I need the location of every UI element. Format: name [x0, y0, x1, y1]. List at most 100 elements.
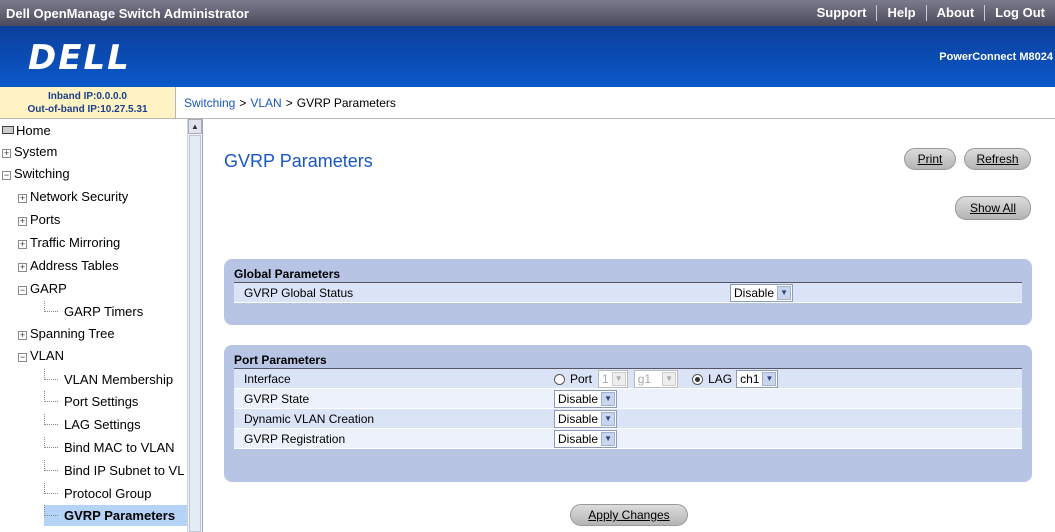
- expand-icon[interactable]: +: [18, 263, 27, 272]
- tree-item-home[interactable]: Home: [2, 120, 51, 141]
- tree-item-label: Switching: [14, 166, 70, 181]
- chevron-down-icon[interactable]: ▼: [762, 372, 777, 386]
- port-unit-select[interactable]: 1 ▼: [598, 370, 628, 388]
- logout-link[interactable]: Log Out: [984, 5, 1055, 21]
- scroll-up-icon[interactable]: ▲: [188, 119, 202, 134]
- tree-item-label: Address Tables: [30, 258, 119, 273]
- gvrp-state-value: Disable: [558, 392, 599, 406]
- port-unit-value: 1: [602, 372, 609, 386]
- tree-item-garp-timers[interactable]: GARP Timers: [44, 301, 143, 322]
- collapse-icon[interactable]: −: [18, 353, 27, 362]
- gvrp-state-label: GVRP State: [244, 392, 310, 406]
- oob-ip: Out-of-band IP:10.27.5.31: [27, 104, 148, 115]
- tree-item-switching[interactable]: − Switching: [2, 163, 70, 184]
- tree-item-vlan-membership[interactable]: VLAN Membership: [44, 369, 173, 390]
- tree-item-label: Protocol Group: [64, 486, 152, 501]
- apply-changes-button[interactable]: Apply Changes: [570, 504, 688, 526]
- dynamic-vlan-select[interactable]: Disable ▼: [554, 410, 618, 428]
- chevron-down-icon[interactable]: ▼: [611, 372, 626, 386]
- lag-radio[interactable]: [692, 373, 704, 385]
- breadcrumb-separator: >: [285, 95, 293, 110]
- help-link[interactable]: Help: [876, 5, 925, 21]
- tree-connector: [44, 369, 58, 380]
- tree-item-system[interactable]: + System: [2, 141, 57, 162]
- lag-select[interactable]: ch1 ▼: [736, 370, 779, 388]
- port-parameters-panel: Port Parameters Interface Port 1 ▼ g1 ▼ …: [224, 345, 1032, 482]
- tree-item-label: Bind MAC to VLAN: [64, 440, 175, 455]
- port-radio-label: Port: [570, 372, 593, 386]
- tree-item-label: GARP Timers: [64, 304, 144, 319]
- breadcrumb-switching[interactable]: Switching: [184, 96, 235, 110]
- show-all-button[interactable]: Show All: [955, 196, 1031, 220]
- tree-item-label: System: [14, 144, 58, 159]
- gvrp-global-status-select[interactable]: Disable ▼: [730, 284, 794, 302]
- tree-item-port-settings[interactable]: Port Settings: [44, 391, 138, 412]
- chevron-down-icon[interactable]: ▼: [662, 372, 677, 386]
- about-link[interactable]: About: [925, 5, 985, 21]
- expand-icon[interactable]: +: [18, 240, 27, 249]
- sidebar-scrollbar[interactable]: ▲: [187, 119, 202, 532]
- lag-radio-label: LAG: [708, 372, 733, 386]
- tree-connector: [44, 437, 58, 448]
- gvrp-state-control: Disable ▼: [554, 389, 618, 409]
- dell-logo: DELL: [28, 38, 131, 78]
- tree-item-bind-ip-subnet[interactable]: Bind IP Subnet to VL: [44, 460, 184, 481]
- app-title: Dell OpenManage Switch Administrator: [6, 6, 249, 21]
- print-button[interactable]: Print: [904, 148, 956, 170]
- global-parameters-title: Global Parameters: [234, 265, 1022, 283]
- tree-item-label: Traffic Mirroring: [30, 235, 121, 250]
- scroll-thumb[interactable]: [189, 135, 201, 532]
- breadcrumb-separator: >: [239, 95, 247, 110]
- gvrp-global-status-value: Disable: [734, 286, 775, 300]
- chevron-down-icon[interactable]: ▼: [601, 412, 616, 426]
- expand-icon[interactable]: +: [18, 331, 27, 340]
- tree-item-gvrp-parameters[interactable]: GVRP Parameters: [44, 505, 188, 526]
- tree-item-label: GARP: [30, 281, 67, 296]
- gvrp-global-status-control: Disable ▼: [730, 283, 794, 303]
- breadcrumb-vlan[interactable]: VLAN: [250, 96, 281, 110]
- tree-item-network-security[interactable]: + Network Security: [18, 186, 128, 207]
- tree-item-ports[interactable]: + Ports: [18, 209, 60, 230]
- tree-item-spanning-tree[interactable]: + Spanning Tree: [18, 323, 115, 344]
- port-radio[interactable]: [554, 373, 565, 385]
- tree-item-traffic-mirroring[interactable]: + Traffic Mirroring: [18, 232, 120, 253]
- tree-item-vlan[interactable]: − VLAN: [18, 345, 64, 366]
- chevron-down-icon[interactable]: ▼: [601, 392, 616, 406]
- tree-item-label: Ports: [30, 212, 61, 227]
- dynamic-vlan-control: Disable ▼: [554, 409, 618, 429]
- tree-item-protocol-group[interactable]: Protocol Group: [44, 483, 151, 504]
- tree-item-bind-mac-to-vlan[interactable]: Bind MAC to VLAN: [44, 437, 175, 458]
- brand-header: DELL PowerConnect M8024: [0, 26, 1055, 87]
- port-slot-select[interactable]: g1 ▼: [633, 370, 679, 388]
- gvrp-registration-value: Disable: [558, 432, 599, 446]
- dynamic-vlan-label: Dynamic VLAN Creation: [244, 412, 375, 426]
- refresh-button[interactable]: Refresh: [964, 148, 1031, 170]
- ip-info: Inband IP:0.0.0.0 Out-of-band IP:10.27.5…: [0, 87, 176, 119]
- tree-item-label: Network Security: [30, 189, 129, 204]
- support-link[interactable]: Support: [807, 5, 877, 21]
- tree-item-label: Spanning Tree: [30, 326, 115, 341]
- interface-row: Interface Port 1 ▼ g1 ▼ LAG ch1 ▼: [234, 369, 1022, 389]
- expand-icon[interactable]: +: [18, 194, 27, 203]
- expand-icon[interactable]: +: [2, 149, 11, 158]
- gvrp-global-status-row: GVRP Global Status Disable ▼: [234, 283, 1022, 303]
- collapse-icon[interactable]: −: [18, 286, 27, 295]
- port-parameters-title: Port Parameters: [234, 351, 1022, 369]
- tree-item-label: Bind IP Subnet to VL: [64, 463, 185, 478]
- tree-item-address-tables[interactable]: + Address Tables: [18, 255, 119, 276]
- tree-connector: [44, 301, 58, 312]
- tree-connector: [44, 505, 58, 516]
- dynamic-vlan-row: Dynamic VLAN Creation Disable ▼: [234, 409, 1022, 429]
- tree-item-lag-settings[interactable]: LAG Settings: [44, 414, 141, 435]
- expand-icon[interactable]: +: [18, 217, 27, 226]
- top-links: Support Help About Log Out: [807, 0, 1055, 26]
- global-parameters-panel: Global Parameters GVRP Global Status Dis…: [224, 259, 1032, 325]
- collapse-icon[interactable]: −: [2, 171, 11, 180]
- chevron-down-icon[interactable]: ▼: [601, 432, 616, 446]
- chevron-down-icon[interactable]: ▼: [777, 286, 792, 300]
- tree-item-garp[interactable]: − GARP: [18, 278, 67, 299]
- tree-item-label: Port Settings: [64, 394, 139, 409]
- tree-connector: [44, 460, 58, 471]
- gvrp-state-select[interactable]: Disable ▼: [554, 390, 618, 408]
- gvrp-registration-select[interactable]: Disable ▼: [554, 430, 618, 448]
